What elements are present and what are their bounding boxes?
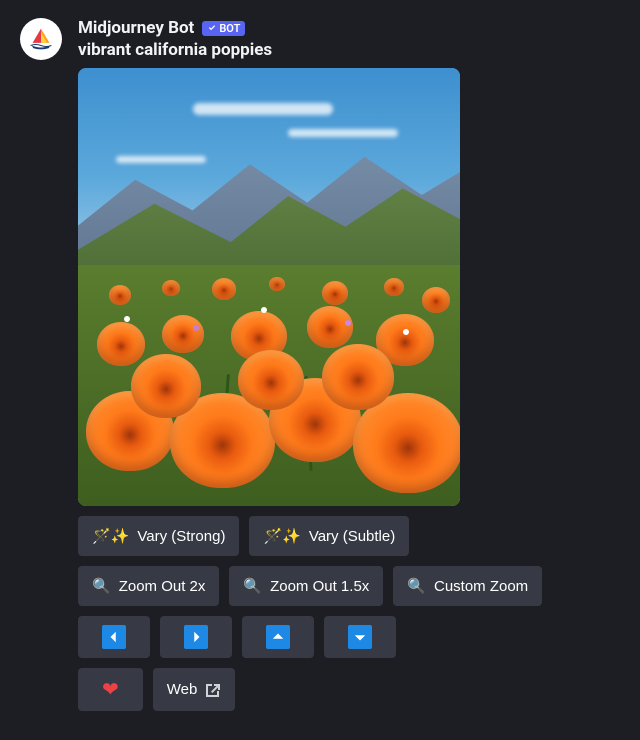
arrow-down-icon — [348, 625, 372, 649]
arrow-left-icon — [102, 625, 126, 649]
pan-right-button[interactable] — [160, 616, 232, 658]
custom-zoom-button[interactable]: 🔍 Custom Zoom — [393, 566, 542, 606]
zoom-2x-label: Zoom Out 2x — [119, 578, 206, 595]
bot-badge-label: BOT — [219, 22, 240, 35]
button-grid: 🪄✨ Vary (Strong) 🪄✨ Vary (Subtle) 🔍 Zoom… — [78, 516, 620, 711]
vary-strong-button[interactable]: 🪄✨ Vary (Strong) — [78, 516, 239, 556]
button-row-zoom: 🔍 Zoom Out 2x 🔍 Zoom Out 1.5x 🔍 Custom Z… — [78, 566, 620, 606]
pan-left-button[interactable] — [78, 616, 150, 658]
web-label: Web — [167, 681, 198, 698]
zoom-out-1-5x-button[interactable]: 🔍 Zoom Out 1.5x — [229, 566, 383, 606]
sailboat-icon — [28, 26, 54, 52]
prompt-text: vibrant california poppies — [78, 40, 620, 60]
magnifier-icon: 🔍 — [407, 577, 426, 595]
web-button[interactable]: Web — [153, 668, 236, 711]
arrow-right-icon — [184, 625, 208, 649]
zoom-15x-label: Zoom Out 1.5x — [270, 578, 369, 595]
message: Midjourney Bot BOT vibrant california po… — [0, 0, 640, 731]
message-content: Midjourney Bot BOT vibrant california po… — [78, 18, 620, 711]
wand-icon: 🪄✨ — [263, 527, 300, 545]
check-icon — [207, 23, 217, 33]
favorite-button[interactable]: ❤ — [78, 668, 143, 711]
avatar — [20, 18, 62, 60]
generated-image[interactable] — [78, 68, 460, 506]
arrow-up-icon — [266, 625, 290, 649]
zoom-out-2x-button[interactable]: 🔍 Zoom Out 2x — [78, 566, 219, 606]
external-link-icon — [205, 682, 221, 698]
author-name: Midjourney Bot — [78, 18, 194, 38]
button-row-actions: ❤ Web — [78, 668, 620, 711]
heart-icon: ❤ — [102, 677, 119, 702]
wand-icon: 🪄✨ — [92, 527, 129, 545]
bot-badge: BOT — [202, 21, 245, 36]
magnifier-icon: 🔍 — [243, 577, 262, 595]
pan-down-button[interactable] — [324, 616, 396, 658]
button-row-vary: 🪄✨ Vary (Strong) 🪄✨ Vary (Subtle) — [78, 516, 620, 556]
message-header: Midjourney Bot BOT — [78, 18, 620, 38]
vary-subtle-label: Vary (Subtle) — [309, 528, 395, 545]
vary-subtle-button[interactable]: 🪄✨ Vary (Subtle) — [249, 516, 409, 556]
magnifier-icon: 🔍 — [92, 577, 111, 595]
vary-strong-label: Vary (Strong) — [137, 528, 225, 545]
pan-up-button[interactable] — [242, 616, 314, 658]
custom-zoom-label: Custom Zoom — [434, 578, 528, 595]
button-row-pan — [78, 616, 620, 658]
